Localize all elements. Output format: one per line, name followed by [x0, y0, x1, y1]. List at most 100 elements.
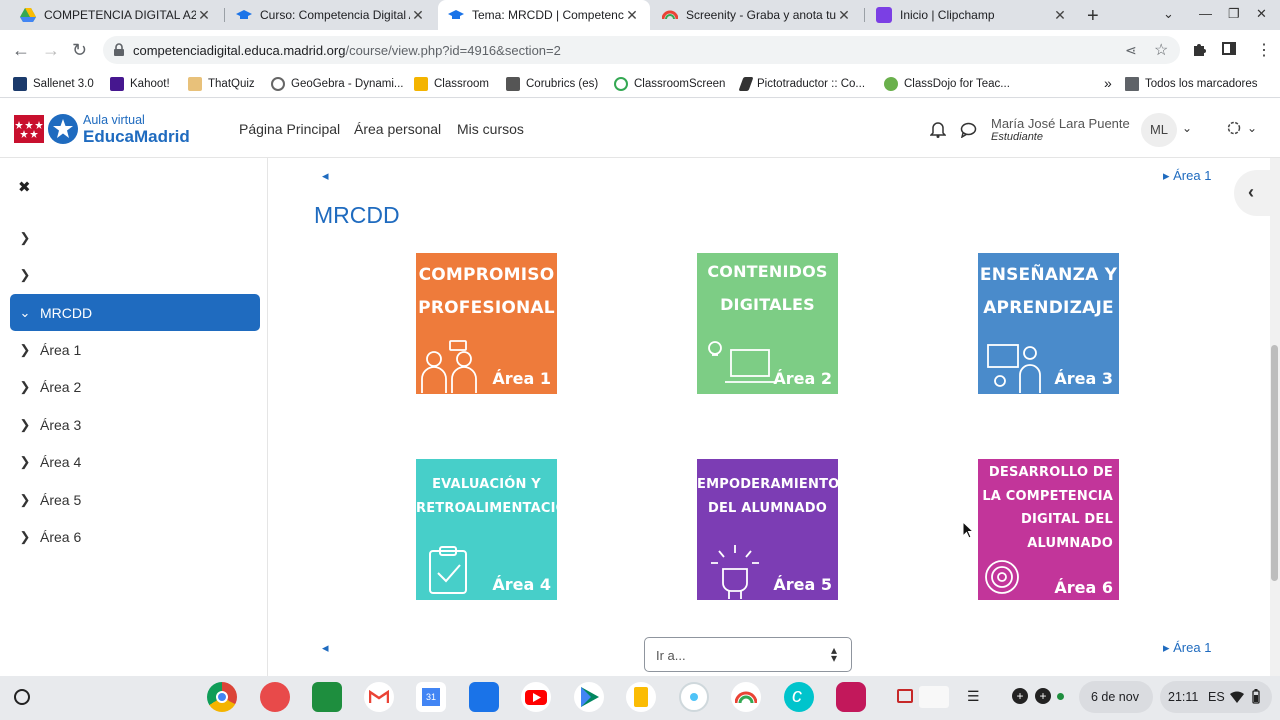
calendar-app-icon[interactable]: 31 — [416, 682, 446, 712]
side-panel-icon[interactable] — [1222, 42, 1236, 55]
sidebar-item-mrcdd[interactable]: ⌄ MRCDD — [10, 294, 260, 331]
url-text[interactable]: competenciadigital.educa.madrid.org/cour… — [133, 43, 561, 58]
bookmark-star-icon[interactable]: ☆ — [1154, 40, 1168, 60]
chevron-down-icon[interactable]: ⌄ — [1247, 121, 1257, 135]
user-name[interactable]: María José Lara Puente — [991, 116, 1130, 131]
sidebar-item-area-3[interactable]: ❯ Área 3 — [10, 407, 260, 443]
minimize-icon[interactable]: — — [1199, 6, 1212, 21]
tab-screenity[interactable]: Screenity - Graba y anota tu p ✕ — [652, 0, 862, 30]
close-icon[interactable]: ✕ — [624, 7, 640, 24]
paint-app-icon[interactable] — [260, 682, 290, 712]
all-bookmarks-folder[interactable]: Todos los marcadores — [1125, 77, 1258, 91]
playlist-icon[interactable]: ☰ — [967, 688, 980, 705]
extensions-icon[interactable] — [1191, 41, 1207, 62]
clipchamp-app-icon[interactable] — [836, 682, 866, 712]
sidebar-item-area-2[interactable]: ❯ Área 2 — [10, 369, 260, 405]
close-drawer-icon[interactable]: ✖ — [18, 178, 31, 196]
sidebar-item-section-1[interactable]: ❯ — [10, 220, 260, 256]
logo-title[interactable]: EducaMadrid — [83, 127, 190, 147]
course-index-drawer: ✖ ❯ ❯ ⌄ MRCDD ❯ Área 1 ❯ Área 2 ❯ Área 3 ❯ Ár… — [0, 158, 268, 676]
bookmark-classdojo[interactable]: ClassDojo for Teac... — [884, 77, 1010, 91]
new-tab-button[interactable]: + — [1087, 5, 1099, 28]
back-arrow-icon[interactable]: ← — [12, 40, 30, 61]
tab-curso[interactable]: Curso: Competencia Digital A ✕ — [226, 0, 436, 30]
settings-gear-icon[interactable] — [1226, 120, 1242, 141]
screenity-app-icon[interactable] — [679, 682, 709, 712]
next-section-link-bottom[interactable]: ▸ Área 1 — [1163, 640, 1211, 656]
tray-thumbnail[interactable] — [919, 686, 949, 708]
sidebar-item-area-4[interactable]: ❯ Área 4 — [10, 444, 260, 480]
bookmark-thatquiz[interactable]: ThatQuiz — [188, 77, 255, 91]
tile-area-5[interactable]: EMPODERAMIENTO DEL ALUMNADO Área 5 — [697, 459, 838, 600]
nav-mis-cursos[interactable]: Mis cursos — [457, 121, 524, 137]
previous-section-link[interactable]: ◂ — [322, 168, 329, 184]
chevron-right-icon: ❯ — [19, 267, 31, 282]
sidebar-item-section-2[interactable]: ❯ — [10, 257, 260, 293]
close-icon[interactable]: ✕ — [196, 7, 212, 24]
mouse-cursor-icon — [962, 520, 975, 544]
screen-capture-icon[interactable] — [897, 689, 913, 703]
chevron-right-icon: ❯ — [19, 492, 31, 507]
menu-icon[interactable]: ⋮ — [1256, 40, 1272, 60]
sidebar-item-area-5[interactable]: ❯ Área 5 — [10, 482, 260, 518]
gmail-app-icon[interactable] — [364, 682, 394, 712]
restore-icon[interactable]: ❐ — [1228, 6, 1240, 22]
tab-search-icon[interactable]: ⌄ — [1163, 6, 1174, 22]
scrollbar-thumb[interactable] — [1271, 345, 1278, 581]
bookmark-geogebra[interactable]: GeoGebra - Dynami... — [271, 77, 403, 91]
nav-pagina-principal[interactable]: Página Principal — [239, 121, 340, 137]
close-icon[interactable]: ✕ — [410, 7, 426, 24]
launcher-icon[interactable] — [14, 689, 30, 705]
bookmark-corubrics[interactable]: Corubrics (es) — [506, 77, 598, 91]
tile-area-3[interactable]: ENSEÑANZA Y APRENDIZAJE Área 3 — [978, 253, 1119, 394]
tab-mrcdd-active[interactable]: Tema: MRCDD | Competencia ✕ — [438, 0, 650, 30]
bookmark-pictotraductor[interactable]: Pictotraductor :: Co... — [738, 77, 865, 91]
youtube-app-icon[interactable] — [521, 682, 551, 712]
sidebar-item-area-6[interactable]: ❯ Área 6 — [10, 519, 260, 555]
lock-icon[interactable] — [113, 43, 125, 62]
canva-app-icon[interactable]: c — [784, 682, 814, 712]
wifi-icon — [1230, 691, 1244, 703]
bookmark-classroom[interactable]: Classroom — [414, 77, 489, 91]
bell-icon[interactable] — [929, 120, 947, 143]
system-tray[interactable]: 21:11 ES — [1160, 681, 1272, 713]
goto-section-select[interactable]: Ir a... ▴ ▾ — [644, 637, 852, 672]
tab-clipchamp[interactable]: Inicio | Clipchamp ✕ — [866, 0, 1078, 30]
date-pill[interactable]: 6 de nov — [1079, 681, 1153, 713]
more-bookmarks-button[interactable]: » — [1104, 75, 1112, 91]
next-section-link[interactable]: ▸ Área 1 — [1163, 168, 1211, 184]
tile-area-4[interactable]: EVALUACIÓN Y RETROALIMENTACIÓN Área 4 — [416, 459, 557, 600]
tile-area-2[interactable]: CONTENIDOS DIGITALES Área 2 — [697, 253, 838, 394]
nav-area-personal[interactable]: Área personal — [354, 121, 441, 137]
classroomscreen-icon — [614, 77, 628, 91]
rainbow-app-icon[interactable] — [731, 682, 761, 712]
educamadrid-logo-icon[interactable] — [48, 114, 78, 144]
window-close-icon[interactable]: ✕ — [1256, 6, 1267, 22]
bookmark-kahoot[interactable]: Kahoot! — [110, 77, 170, 91]
tile-area-1[interactable]: COMPROMISO PROFESIONAL Área 1 — [416, 253, 557, 394]
forward-arrow-icon[interactable]: → — [42, 40, 60, 61]
tile-area-6[interactable]: DESARROLLO DE LA COMPETENCIA DIGITAL DEL… — [978, 459, 1119, 600]
play-store-app-icon[interactable] — [574, 682, 604, 712]
add-circle-icon[interactable]: + — [1035, 688, 1051, 704]
chevron-down-icon[interactable]: ⌄ — [1182, 121, 1192, 135]
bookmark-classroomscreen[interactable]: ClassroomScreen — [614, 77, 725, 91]
close-icon[interactable]: ✕ — [1052, 7, 1068, 24]
avatar[interactable]: ML — [1141, 113, 1177, 147]
screen-record-icon[interactable]: + — [1012, 688, 1028, 704]
keep-app-icon[interactable] — [626, 682, 656, 712]
reload-icon[interactable]: ↻ — [72, 40, 87, 61]
share-icon[interactable]: ⋖ — [1125, 42, 1137, 59]
chrome-app-icon[interactable] — [207, 682, 237, 712]
tab-competencia-a2[interactable]: COMPETENCIA DIGITAL A2 - ✕ — [10, 0, 222, 30]
sidebar-item-area-1[interactable]: ❯ Área 1 — [10, 332, 260, 368]
classroom-app-icon[interactable] — [312, 682, 342, 712]
files-app-icon[interactable] — [469, 682, 499, 712]
previous-section-link-bottom[interactable]: ◂ — [322, 640, 329, 656]
chat-bubble-icon[interactable] — [960, 122, 977, 143]
close-icon[interactable]: ✕ — [836, 7, 852, 24]
chevron-right-icon: ❯ — [19, 230, 31, 245]
bookmark-sallenet[interactable]: Sallenet 3.0 — [13, 77, 94, 91]
clipboard-check-icon — [429, 546, 467, 594]
pictotraductor-icon — [738, 77, 754, 91]
